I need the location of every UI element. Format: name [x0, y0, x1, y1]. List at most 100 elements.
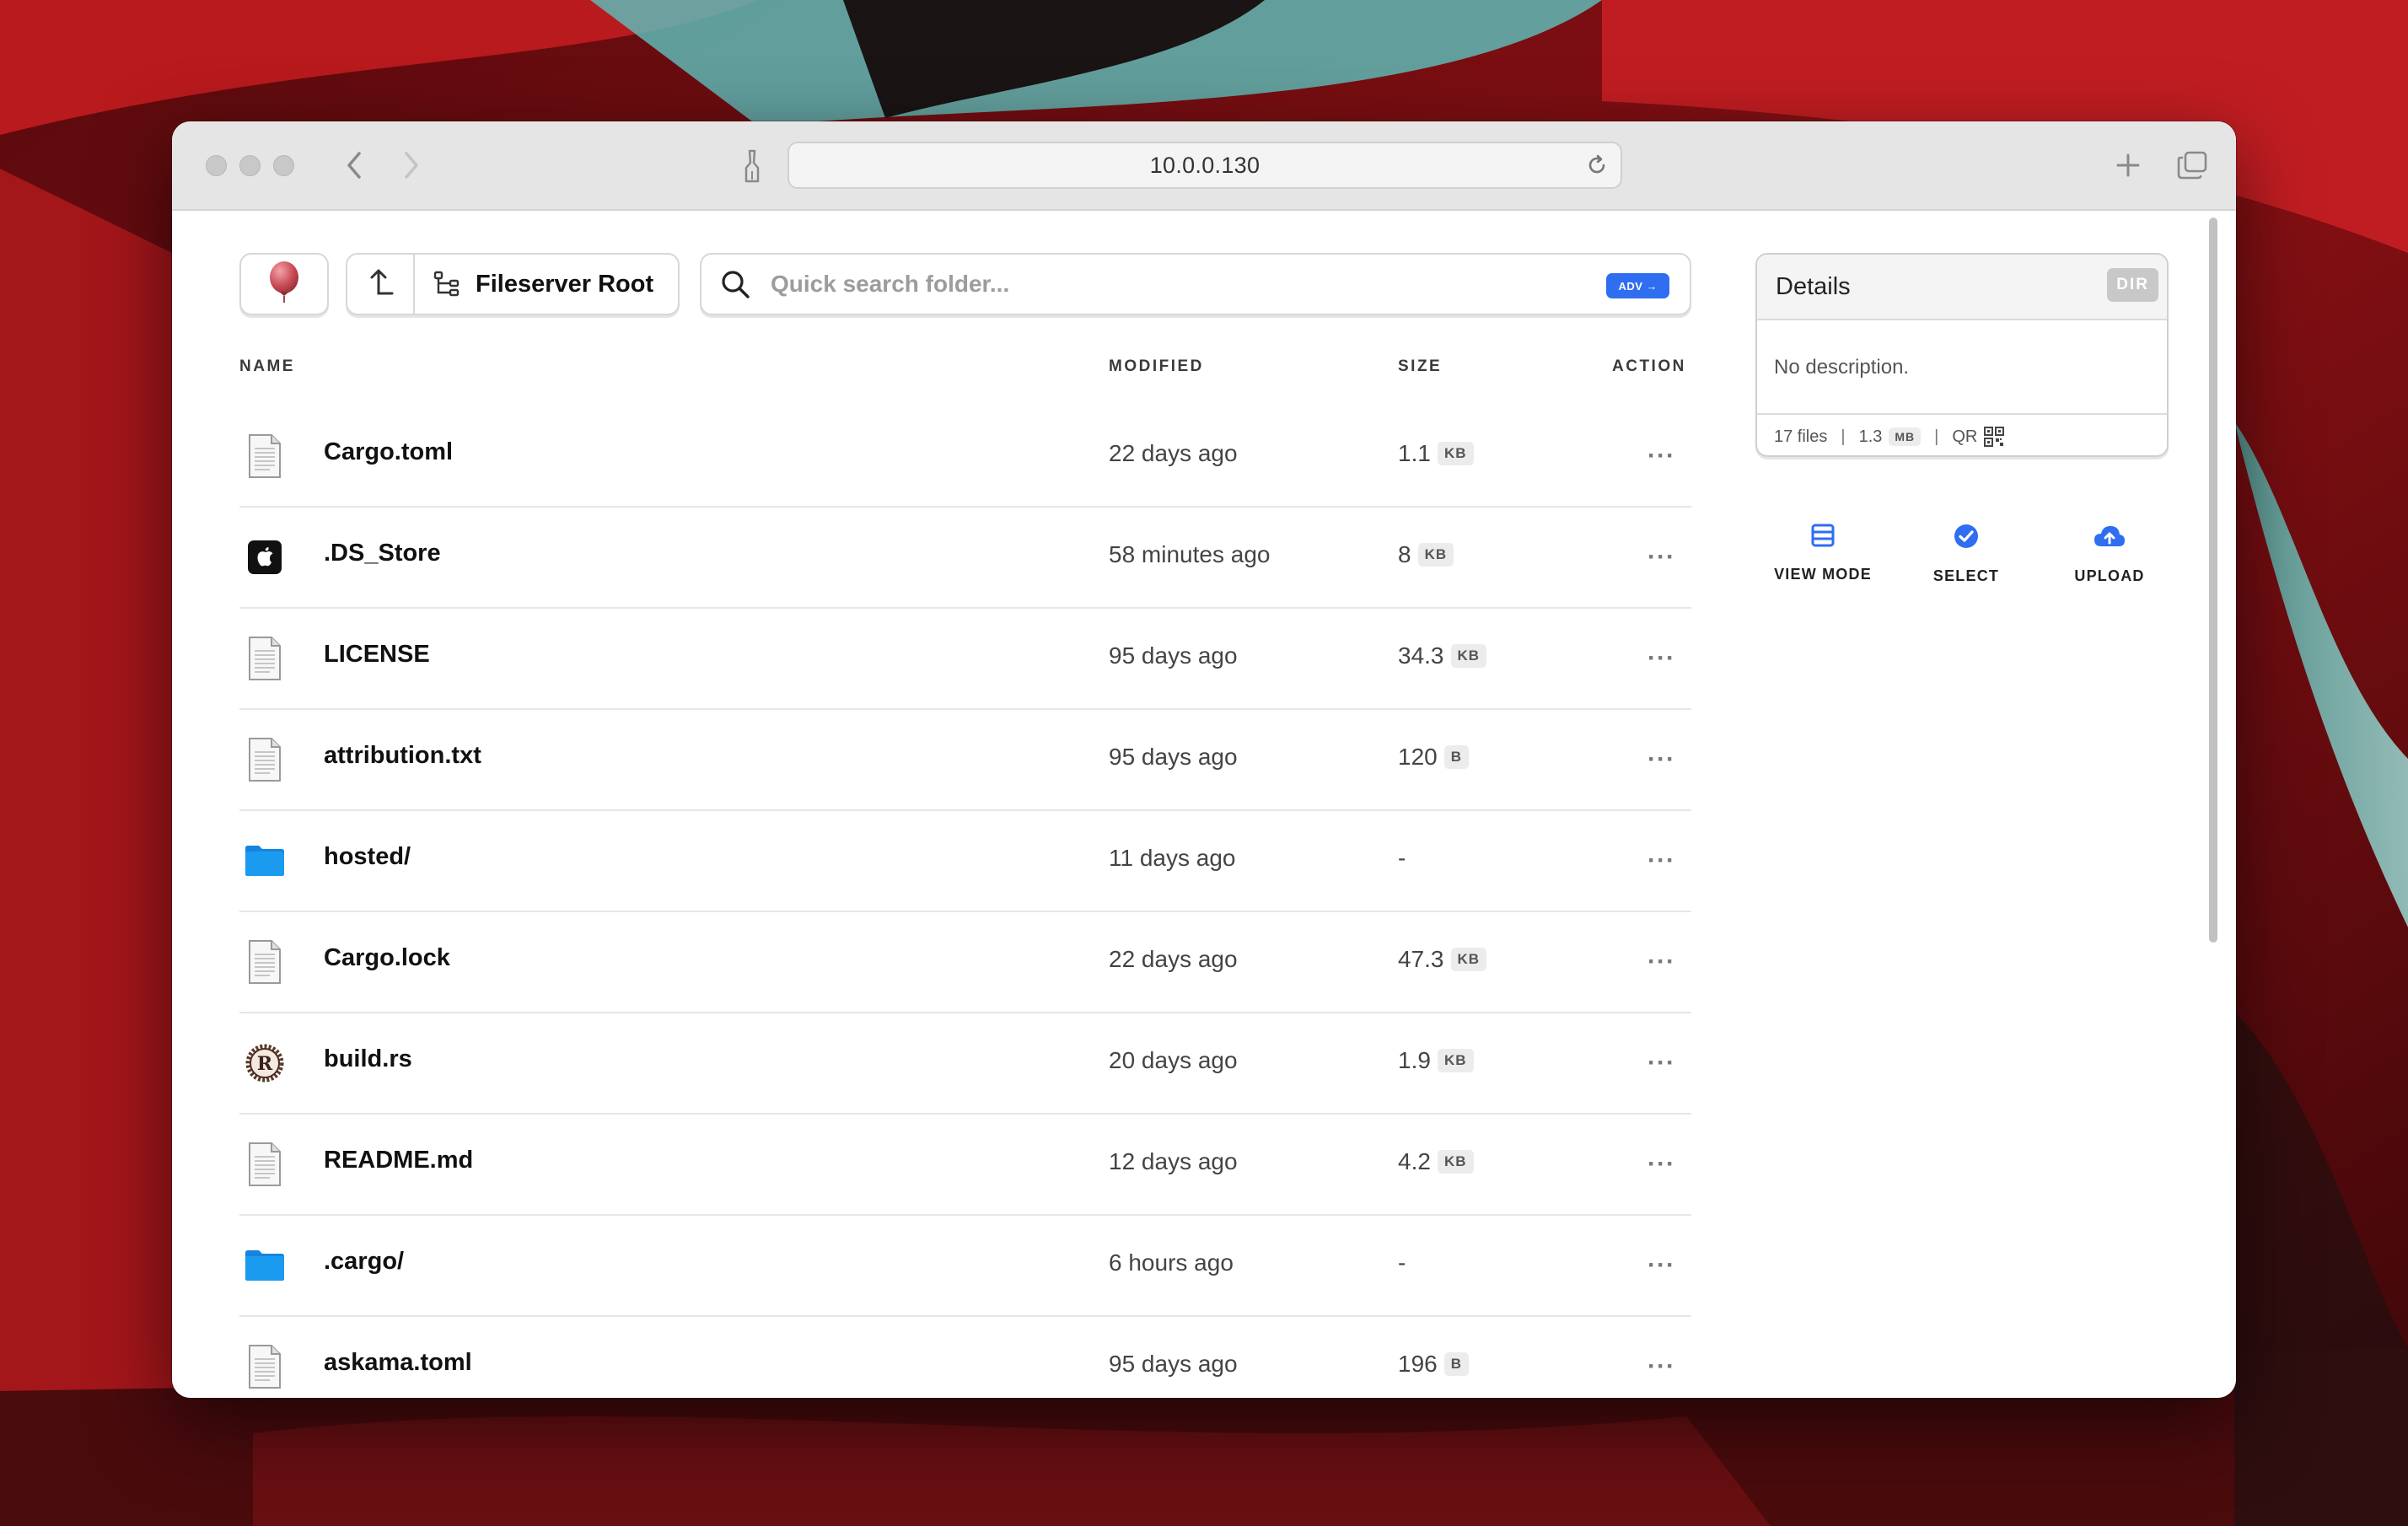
- file-size-value: 34.3: [1398, 642, 1444, 669]
- file-size-unit: KB: [1437, 1150, 1474, 1174]
- file-size-value: 8: [1398, 541, 1411, 567]
- close-window-button[interactable]: [206, 155, 227, 176]
- file-size-value: 196: [1398, 1351, 1438, 1377]
- file-name-link[interactable]: Cargo.toml: [324, 438, 453, 466]
- qr-code-icon: [1984, 427, 2005, 447]
- browser-titlebar: 10.0.0.130: [172, 121, 2236, 211]
- file-size: 8 KB: [1398, 541, 1454, 568]
- separator: |: [1841, 427, 1846, 446]
- advanced-search-button[interactable]: ADV →: [1606, 273, 1669, 298]
- details-title: Details: [1776, 273, 1851, 300]
- file-size-value: 120: [1398, 744, 1438, 770]
- file-size-value: 47.3: [1398, 946, 1444, 972]
- apple-file-icon: [245, 535, 285, 580]
- folder-icon: [245, 838, 285, 884]
- row-more-actions-button[interactable]: ···: [1647, 948, 1675, 976]
- table-body: Cargo.toml 22 days ago 1.1 KB ··· .DS_Store 58…: [239, 406, 1691, 1398]
- file-name-link[interactable]: .DS_Store: [324, 540, 441, 567]
- table-row[interactable]: README.md 12 days ago 4.2 KB ···: [239, 1115, 1691, 1216]
- folder-icon: [245, 1243, 285, 1288]
- modified-time: 22 days ago: [1109, 946, 1238, 972]
- back-icon[interactable]: [337, 148, 371, 182]
- details-footer: 17 files | 1.3 MB | QR: [1757, 415, 2167, 455]
- file-name-link[interactable]: Cargo.lock: [324, 944, 450, 972]
- row-more-actions-button[interactable]: ···: [1647, 846, 1675, 875]
- file-size: 4.2 KB: [1398, 1148, 1474, 1175]
- reload-icon[interactable]: [1585, 153, 1609, 177]
- row-more-actions-button[interactable]: ···: [1647, 1150, 1675, 1179]
- text-file-icon: [245, 1142, 285, 1187]
- file-size-value: 1.1: [1398, 440, 1431, 466]
- row-more-actions-button[interactable]: ···: [1647, 543, 1675, 572]
- file-name-link[interactable]: attribution.txt: [324, 742, 481, 770]
- file-size: -: [1398, 845, 1406, 872]
- file-name-link[interactable]: .cargo/: [324, 1248, 404, 1276]
- column-header-modified[interactable]: MODIFIED: [1109, 357, 1204, 376]
- search-input[interactable]: [769, 270, 1531, 298]
- modified-time: 22 days ago: [1109, 440, 1238, 466]
- table-row[interactable]: Rbuild.rs 20 days ago 1.9 KB ···: [239, 1013, 1691, 1115]
- minimize-window-button[interactable]: [239, 155, 261, 176]
- home-logo-button[interactable]: [239, 253, 329, 315]
- separator: |: [1934, 427, 1939, 446]
- page-scrollbar[interactable]: [2207, 218, 2219, 1398]
- row-more-actions-button[interactable]: ···: [1647, 442, 1675, 470]
- file-size-unit: B: [1443, 1352, 1469, 1376]
- row-more-actions-button[interactable]: ···: [1647, 1352, 1675, 1381]
- upload-label: UPLOAD: [2074, 567, 2145, 584]
- table-row[interactable]: Cargo.toml 22 days ago 1.1 KB ···: [239, 406, 1691, 508]
- privacy-broom-icon[interactable]: [735, 147, 769, 185]
- scrollbar-thumb[interactable]: [2209, 218, 2217, 943]
- file-table: NAME MODIFIED SIZE ACTION Cargo.toml 22 d…: [239, 337, 1691, 1398]
- parent-directory-button[interactable]: [347, 255, 415, 314]
- panel-actions: VIEW MODE SELECT UPLOAD: [1755, 523, 2169, 624]
- file-size-unit: KB: [1450, 948, 1487, 971]
- balloon-logo-icon: [267, 261, 301, 309]
- table-row[interactable]: LICENSE 95 days ago 34.3 KB ···: [239, 609, 1691, 710]
- new-tab-icon[interactable]: [2111, 148, 2145, 182]
- table-row[interactable]: askama.toml 95 days ago 196 B ···: [239, 1317, 1691, 1398]
- details-description: No description.: [1757, 320, 2167, 415]
- file-name-link[interactable]: README.md: [324, 1147, 473, 1174]
- file-size: 47.3 KB: [1398, 946, 1487, 973]
- file-size: 120 B: [1398, 744, 1469, 771]
- file-size-value: 4.2: [1398, 1148, 1431, 1174]
- page-content: Fileserver Root ADV → NAME MODIFIED SIZE…: [172, 211, 2236, 1398]
- file-name-link[interactable]: askama.toml: [324, 1349, 472, 1377]
- address-bar[interactable]: 10.0.0.130: [787, 142, 1622, 189]
- text-file-icon: [245, 433, 285, 479]
- modified-time: 11 days ago: [1109, 845, 1236, 871]
- check-circle-icon: [1953, 523, 1980, 554]
- table-row[interactable]: .cargo/6 hours ago - ···: [239, 1216, 1691, 1317]
- svg-text:R: R: [257, 1053, 273, 1075]
- file-name-link[interactable]: hosted/: [324, 843, 411, 871]
- qr-button[interactable]: QR: [1952, 427, 2005, 447]
- zoom-window-button[interactable]: [273, 155, 294, 176]
- file-size-unit: KB: [1437, 442, 1474, 465]
- tab-overview-icon[interactable]: [2174, 147, 2211, 184]
- dir-badge: DIR: [2107, 268, 2158, 302]
- upload-button[interactable]: UPLOAD: [2042, 523, 2177, 585]
- row-more-actions-button[interactable]: ···: [1647, 644, 1675, 673]
- view-mode-button[interactable]: VIEW MODE: [1755, 523, 1890, 583]
- row-more-actions-button[interactable]: ···: [1647, 1049, 1675, 1077]
- modified-time: 95 days ago: [1109, 744, 1238, 770]
- table-row[interactable]: hosted/11 days ago - ···: [239, 811, 1691, 912]
- table-row[interactable]: attribution.txt 95 days ago 120 B ···: [239, 710, 1691, 811]
- text-file-icon: [245, 939, 285, 985]
- row-more-actions-button[interactable]: ···: [1647, 1251, 1675, 1280]
- list-view-icon: [1810, 523, 1836, 552]
- file-name-link[interactable]: LICENSE: [324, 641, 430, 669]
- table-row[interactable]: .DS_Store 58 minutes ago 8 KB ···: [239, 508, 1691, 609]
- forward-icon[interactable]: [395, 148, 428, 182]
- table-row[interactable]: Cargo.lock 22 days ago 47.3 KB ···: [239, 912, 1691, 1013]
- column-header-name[interactable]: NAME: [239, 357, 295, 376]
- modified-time: 58 minutes ago: [1109, 541, 1271, 567]
- text-file-icon: [245, 737, 285, 782]
- column-header-size[interactable]: SIZE: [1398, 357, 1442, 376]
- file-name-link[interactable]: build.rs: [324, 1045, 412, 1073]
- breadcrumb-root-label[interactable]: Fileserver Root: [476, 271, 653, 298]
- row-more-actions-button[interactable]: ···: [1647, 745, 1675, 774]
- select-button[interactable]: SELECT: [1899, 523, 2034, 585]
- total-size-unit: MB: [1889, 427, 1922, 446]
